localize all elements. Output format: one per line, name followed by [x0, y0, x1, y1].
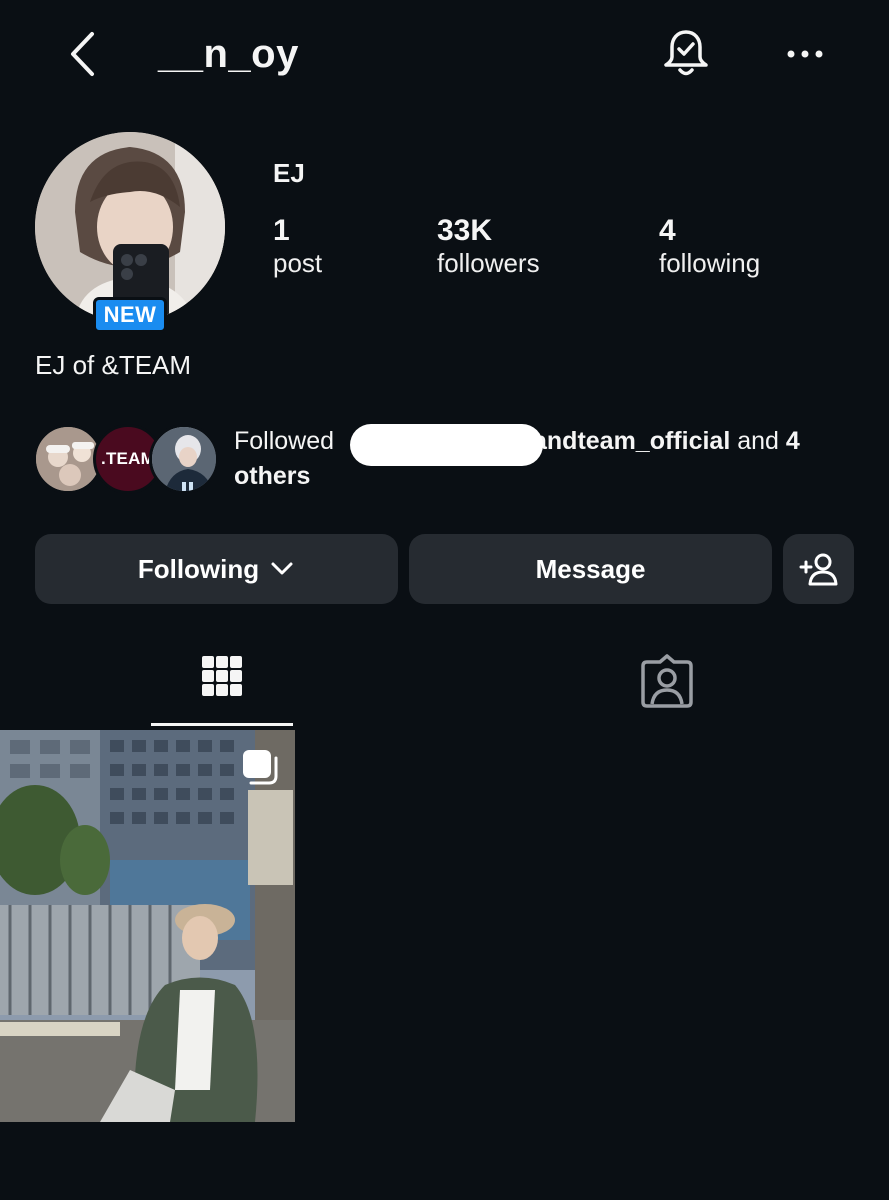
chevron-down-icon	[271, 562, 293, 575]
message-button-label: Message	[535, 553, 646, 584]
following-stat[interactable]: 4 following	[659, 214, 760, 278]
following-button[interactable]: Following	[35, 534, 398, 604]
add-person-icon	[799, 553, 837, 586]
multiple-posts-icon	[243, 750, 278, 785]
posts-stat[interactable]: 1 post	[273, 214, 322, 278]
mutual-avatar[interactable]	[149, 424, 219, 494]
message-button[interactable]: Message	[409, 534, 772, 604]
andteam-logo-text: .TEAM	[101, 449, 155, 468]
following-button-label: Following	[137, 553, 260, 584]
followed-by-text[interactable]: Followed andteam_official and 4 others	[234, 424, 854, 494]
posts-count: 1	[273, 214, 290, 247]
notifications-button[interactable]	[658, 26, 714, 82]
followed-by-prefix: Followed	[234, 427, 341, 455]
tagged-icon	[641, 654, 693, 708]
followed-by-count: 4	[785, 427, 800, 455]
more-icon	[787, 50, 823, 58]
tab-tagged[interactable]	[637, 648, 697, 718]
followed-by-suffix: others	[234, 462, 311, 490]
tab-posts-grid[interactable]	[192, 648, 252, 718]
back-button[interactable]	[62, 28, 106, 80]
display-name: EJ	[273, 158, 305, 188]
more-options-button[interactable]	[780, 40, 830, 68]
followed-by-and: and	[730, 427, 786, 455]
bell-check-icon	[664, 30, 708, 76]
posts-label: post	[273, 248, 323, 278]
suggest-people-button[interactable]	[783, 534, 854, 604]
mutual-avatar-photo	[152, 427, 216, 491]
followers-count: 33K	[437, 214, 493, 247]
following-label: following	[659, 248, 761, 278]
grid-icon	[202, 656, 242, 696]
followed-by-account: andteam_official	[533, 427, 731, 455]
post-photo	[0, 730, 295, 1122]
new-badge: NEW	[93, 297, 167, 333]
active-tab-indicator	[151, 723, 293, 726]
back-icon	[71, 32, 94, 76]
post-thumbnail[interactable]	[0, 730, 295, 1122]
followers-label: followers	[437, 248, 540, 278]
avatar-photo	[35, 132, 225, 322]
redaction-mark	[350, 424, 543, 466]
followers-stat[interactable]: 33K followers	[437, 214, 540, 278]
profile-username: __n_oy	[158, 32, 299, 76]
profile-avatar[interactable]	[35, 132, 225, 322]
following-count: 4	[659, 214, 676, 247]
profile-bio: EJ of &TEAM	[35, 350, 192, 380]
